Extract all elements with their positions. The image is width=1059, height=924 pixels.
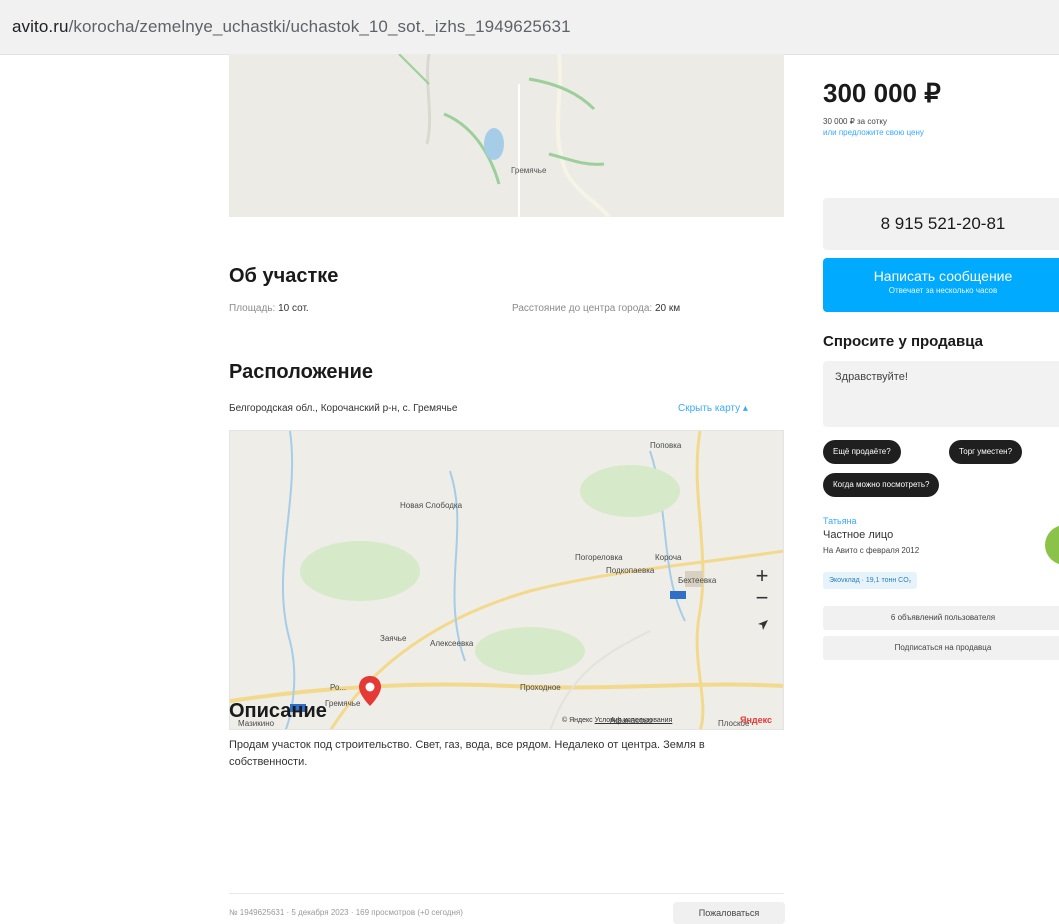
map-label: Ро... <box>330 683 347 692</box>
price-per-sotka: 30 000 ₽ за сотку <box>823 117 887 126</box>
seller-name-link[interactable]: Татьяна <box>823 516 857 526</box>
ask-seller-input[interactable]: Здравствуйте! <box>823 361 1059 427</box>
response-time: Отвечает за несколько часов <box>888 286 998 295</box>
seller-ads-button[interactable]: 6 объявлений пользователя <box>823 606 1059 630</box>
map-label: Гремячье <box>325 699 361 708</box>
map-label: Бехтеевка <box>678 576 717 585</box>
yandex-logo: Яндекс <box>740 715 773 725</box>
seller-type: Частное лицо <box>823 529 894 541</box>
write-message-button[interactable]: Написать сообщение Отвечает за несколько… <box>823 258 1059 312</box>
chip-when-view[interactable]: Когда можно посмотреть? <box>823 473 940 497</box>
map-label: Погореловка <box>575 553 623 562</box>
map-copyright: © Яндекс Условия использования <box>562 717 673 724</box>
ask-seller-title: Спросите у продавца <box>823 333 983 350</box>
map-terms-link[interactable]: Условия использования <box>595 717 673 724</box>
description-title: Описание <box>229 700 327 722</box>
map-label: Новая Слободка <box>400 501 463 510</box>
browser-url-bar[interactable]: avito.ru/korocha/zemelnye_uchastki/uchas… <box>0 0 1059 55</box>
seller-since: На Авито с февраля 2012 <box>823 546 920 555</box>
write-message-label: Написать сообщение <box>873 268 1013 284</box>
avatar[interactable] <box>1045 525 1059 565</box>
chevron-up-icon: ▴ <box>742 403 748 414</box>
ad-meta: № 1949625631 · 5 декабря 2023 · 169 прос… <box>229 908 463 917</box>
complain-button[interactable]: Пожаловаться <box>673 902 785 924</box>
locate-icon[interactable] <box>757 619 769 631</box>
offer-price-link[interactable]: или предложите свою цену <box>823 128 924 137</box>
location-title: Расположение <box>229 361 374 383</box>
chip-still-selling[interactable]: Ещё продаёте? <box>823 440 901 464</box>
location-map[interactable]: Поповка Новая Слободка Погореловка Короч… <box>229 430 784 730</box>
zoom-in-button[interactable]: + <box>751 565 773 587</box>
subscribe-seller-button[interactable]: Подписаться на продавца <box>823 636 1059 660</box>
map-label: Заячье <box>380 634 407 643</box>
about-title: Об участке <box>229 265 339 287</box>
map-label: Поповка <box>650 441 682 450</box>
price: 300 000 ₽ <box>823 78 941 108</box>
map-label: Подкопаевка <box>606 566 655 575</box>
top-map-roads <box>398 54 611 217</box>
map-label: Проходное <box>520 683 561 692</box>
top-map-label: Гремячье <box>511 166 547 175</box>
distance-info: Расстояние до центра города: 20 км <box>512 303 681 314</box>
hide-map-link[interactable]: Скрыть карту ▴ <box>678 403 748 414</box>
eco-badge: Экovклад · 19,1 тонн CO₂ <box>823 572 918 589</box>
map-label: Алексеевка <box>430 639 474 648</box>
area-info: Площадь: 10 сот. <box>229 303 309 314</box>
chip-bargain[interactable]: Торг уместен? <box>949 440 1023 464</box>
description-text: Продам участок под строительство. Свет, … <box>229 739 705 768</box>
show-phone-button[interactable]: 8 915 521-20-81 <box>823 198 1059 250</box>
map-label: Короча <box>655 553 682 562</box>
address: Белгородская обл., Корочанский р-н, с. Г… <box>229 403 458 414</box>
map-pin-icon[interactable] <box>358 675 382 707</box>
divider <box>229 893 784 894</box>
top-map[interactable]: Гремячье <box>229 54 784 217</box>
url-text[interactable]: avito.ru/korocha/zemelnye_uchastki/uchas… <box>12 17 571 37</box>
zoom-out-button[interactable]: − <box>751 587 773 609</box>
